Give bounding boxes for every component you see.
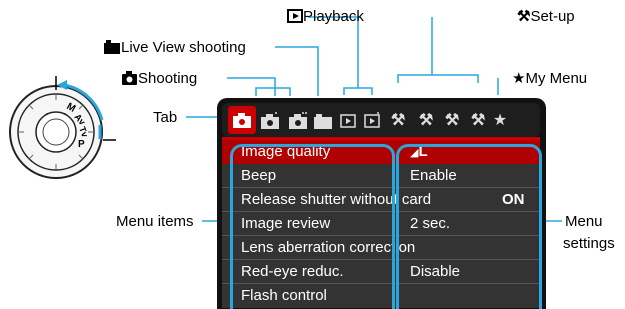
tab-shooting-1[interactable]	[228, 106, 256, 134]
tab-shooting-2[interactable]	[256, 106, 284, 134]
live-view-label: Live View shooting	[103, 40, 246, 55]
menu-items-bracket	[230, 144, 395, 309]
menu-items-label: Menu items	[116, 213, 194, 230]
tab-setup-2[interactable]: ⚒	[412, 106, 440, 134]
tab-label: Tab	[153, 109, 178, 126]
shooting-label: Shooting	[121, 71, 197, 86]
tab-playback-2[interactable]	[358, 106, 386, 134]
my-menu-label: ★My Menu	[512, 70, 588, 87]
star-icon: ★	[512, 70, 526, 87]
playback-icon	[287, 9, 303, 23]
tab-my-menu[interactable]: ★	[486, 106, 514, 134]
playback-label: Playback	[287, 9, 364, 24]
live-view-camera-icon	[104, 40, 120, 54]
tab-live-view[interactable]	[309, 106, 337, 134]
tab-setup-1[interactable]: ⚒	[384, 106, 412, 134]
menu-settings-bracket	[396, 144, 542, 309]
tab-setup-3[interactable]: ⚒	[438, 106, 466, 134]
tab-shooting-3[interactable]	[284, 106, 312, 134]
menu-settings-label-line2: settings	[563, 235, 615, 252]
camera-icon	[122, 71, 137, 85]
setup-label: ⚒Set-up	[517, 8, 575, 25]
wrench-icon: ⚒	[517, 8, 531, 25]
menu-settings-label-line1: Menu	[565, 213, 603, 230]
